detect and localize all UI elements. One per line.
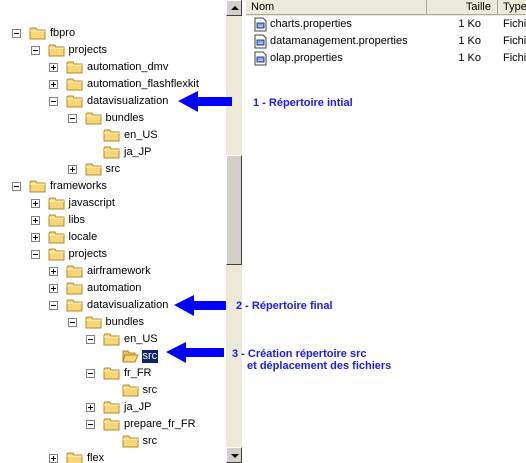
annotation-1: 1 - Répertoire intial <box>253 97 353 109</box>
annotation-arrows <box>166 91 232 363</box>
arrow-2-icon <box>174 295 226 316</box>
annotation-3-line2: et déplacement des fichiers <box>247 360 392 372</box>
annotation-2: 2 - Répertoire final <box>236 300 333 312</box>
arrow-3-icon <box>166 342 224 363</box>
arrow-1-icon <box>178 91 232 112</box>
